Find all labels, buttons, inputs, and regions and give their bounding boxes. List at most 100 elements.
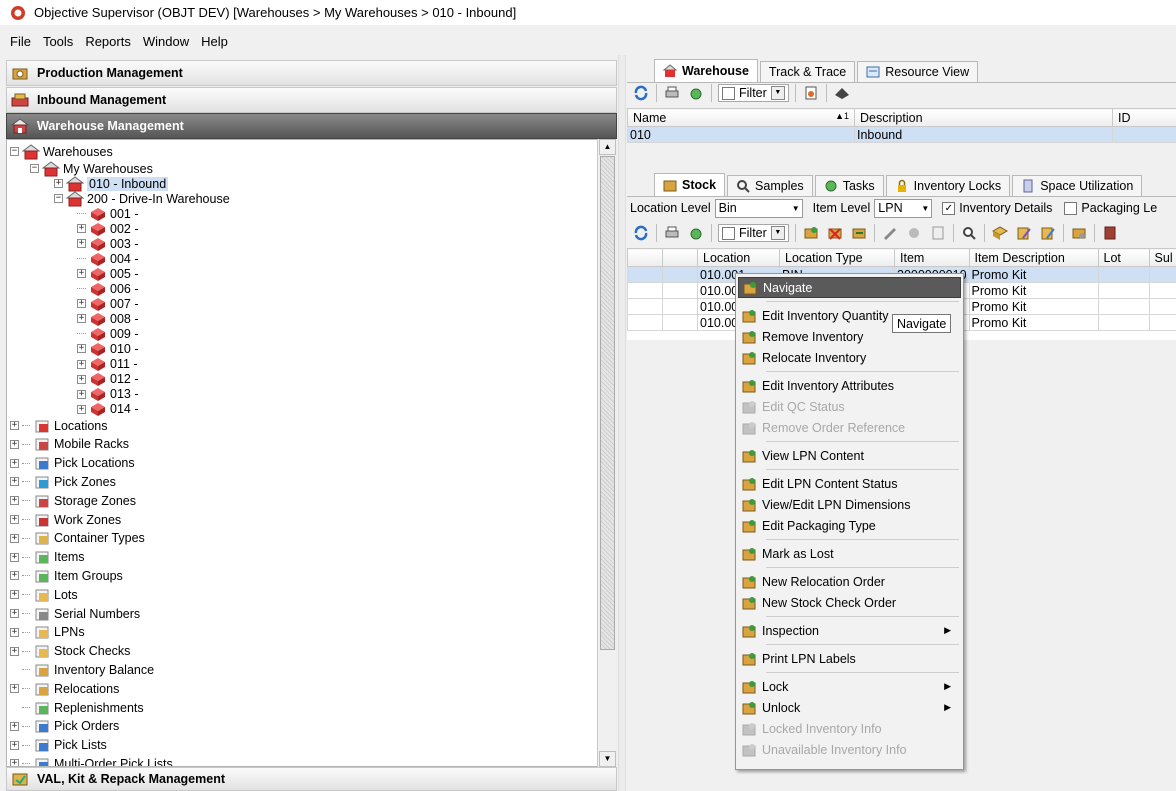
relocation-order-icon[interactable] xyxy=(1101,225,1119,241)
expand-toggle[interactable]: + xyxy=(77,389,86,399)
column-header-location-type[interactable]: Location Type xyxy=(779,248,895,267)
menu-item-unlock[interactable]: Unlock ▶ xyxy=(738,697,961,718)
tree-node-multi-order-pick-lists[interactable]: + Multi-Order Pick Lists xyxy=(10,754,173,766)
tree-node-container-types[interactable]: + Container Types xyxy=(10,529,145,548)
menu-item-inspection[interactable]: Inspection ▶ xyxy=(738,620,961,641)
expand-toggle[interactable]: + xyxy=(10,646,19,656)
expand-toggle[interactable]: + xyxy=(10,515,19,524)
export-icon[interactable] xyxy=(687,85,705,101)
view-lpn-icon[interactable] xyxy=(960,225,978,241)
expand-toggle[interactable]: + xyxy=(77,269,86,279)
lpn-status-icon[interactable] xyxy=(991,225,1009,241)
menu-item-navigate[interactable]: Navigate xyxy=(738,277,961,298)
print-icon[interactable] xyxy=(663,225,681,241)
tree-node-item-groups[interactable]: + Item Groups xyxy=(10,566,123,585)
expand-toggle[interactable]: + xyxy=(54,179,63,188)
tree-node-pick-orders[interactable]: + Pick Orders xyxy=(10,717,119,736)
qc-status-icon[interactable] xyxy=(905,225,923,241)
filter-dropdown[interactable]: ▼ xyxy=(770,226,785,240)
tree-node-work-zones[interactable]: + Work Zones xyxy=(10,510,121,529)
filter-checkbox[interactable] xyxy=(722,86,735,100)
tab-space-utilization[interactable]: Space Utilization xyxy=(1012,175,1143,196)
column-header-item[interactable]: Item xyxy=(894,248,970,267)
tree-node-storage-zones[interactable]: + Storage Zones xyxy=(10,491,136,510)
tab-tasks[interactable]: Tasks xyxy=(814,175,884,196)
expand-toggle[interactable]: + xyxy=(10,552,19,562)
expand-toggle[interactable]: + xyxy=(77,314,86,324)
tree-node-pick-locations[interactable]: + Pick Locations xyxy=(10,454,135,473)
tab-stock[interactable]: Stock xyxy=(654,173,726,196)
edit-quantity-icon[interactable] xyxy=(802,225,820,241)
tree-node-stock-checks[interactable]: + Stock Checks xyxy=(10,642,130,661)
tree-node-items[interactable]: + Items xyxy=(10,548,85,567)
column-header-description[interactable]: Description xyxy=(854,108,1113,127)
filter-checkbox[interactable] xyxy=(722,226,735,240)
expand-toggle[interactable]: + xyxy=(77,404,86,414)
tree-node-replenishments[interactable]: Replenishments xyxy=(10,698,144,717)
collapse-toggle[interactable]: − xyxy=(30,164,39,173)
section-production[interactable]: Production Management xyxy=(6,60,617,86)
refresh-icon[interactable] xyxy=(632,225,650,241)
column-header-location[interactable]: Location xyxy=(697,248,780,267)
tree-node-pick-lists[interactable]: + Pick Lists xyxy=(10,736,107,755)
section-inbound[interactable]: Inbound Management xyxy=(6,87,617,113)
expand-toggle[interactable]: + xyxy=(77,359,86,369)
menu-item-mark-as-lost[interactable]: Mark as Lost xyxy=(738,543,961,564)
section-warehouse[interactable]: Warehouse Management xyxy=(6,113,617,139)
menu-item-view-lpn-content[interactable]: View LPN Content xyxy=(738,445,961,466)
expand-toggle[interactable]: + xyxy=(10,458,19,468)
tree-node-lpns[interactable]: + LPNs xyxy=(10,623,85,642)
expand-toggle[interactable]: + xyxy=(10,590,19,600)
settings-icon[interactable] xyxy=(833,85,851,101)
menu-file[interactable]: File xyxy=(4,34,37,49)
item-level-select[interactable]: LPN ▼ xyxy=(874,198,933,218)
expand-toggle[interactable]: + xyxy=(10,721,19,731)
expand-toggle[interactable]: + xyxy=(10,740,19,750)
menu-item-new-relocation-order[interactable]: New Relocation Order xyxy=(738,571,961,592)
menu-item-relocate-inventory[interactable]: Relocate Inventory xyxy=(738,347,961,368)
table-row[interactable]: 010 Inbound xyxy=(627,126,1176,143)
menu-window[interactable]: Window xyxy=(137,34,195,49)
tree-node-serial-numbers[interactable]: + Serial Numbers xyxy=(10,604,140,623)
expand-toggle[interactable]: + xyxy=(10,533,19,543)
scroll-thumb[interactable] xyxy=(600,156,615,650)
scroll-up-button[interactable]: ▲ xyxy=(599,139,616,155)
expand-toggle[interactable]: + xyxy=(10,421,19,430)
tree-scrollbar[interactable]: ▲ ▼ xyxy=(597,139,617,767)
tab-inventory-locks[interactable]: Inventory Locks xyxy=(885,175,1011,196)
order-reference-icon[interactable] xyxy=(929,225,947,241)
tree-node-pick-zones[interactable]: + Pick Zones xyxy=(10,472,116,491)
expand-toggle[interactable]: + xyxy=(10,627,19,637)
expand-toggle[interactable]: + xyxy=(10,571,19,581)
relocate-icon[interactable] xyxy=(850,225,868,241)
section-val-kit-repack[interactable]: VAL, Kit & Repack Management xyxy=(6,767,617,791)
column-header-sul[interactable]: Sul xyxy=(1148,248,1176,267)
tree-node-inventory-balance[interactable]: Inventory Balance xyxy=(10,660,154,679)
expand-toggle[interactable]: + xyxy=(10,759,19,766)
expand-toggle[interactable]: + xyxy=(77,224,86,234)
filter-toggle[interactable]: Filter ▼ xyxy=(718,84,789,102)
expand-toggle[interactable]: + xyxy=(77,374,86,384)
location-level-select[interactable]: Bin ▼ xyxy=(714,198,803,218)
lpn-dimensions-icon[interactable] xyxy=(1015,225,1033,241)
tree-node-relocations[interactable]: + Relocations xyxy=(10,679,119,698)
expand-toggle[interactable]: + xyxy=(77,299,86,309)
column-header-blank[interactable] xyxy=(627,248,663,267)
menu-item-edit-lpn-content-status[interactable]: Edit LPN Content Status xyxy=(738,473,961,494)
menu-item-view-edit-lpn-dimensions[interactable]: View/Edit LPN Dimensions xyxy=(738,494,961,515)
packaging-icon[interactable] xyxy=(1039,225,1057,241)
export-icon[interactable] xyxy=(687,225,705,241)
remove-inventory-icon[interactable] xyxy=(826,225,844,241)
menu-help[interactable]: Help xyxy=(195,34,234,49)
column-header-lot[interactable]: Lot xyxy=(1097,248,1150,267)
expand-toggle[interactable]: + xyxy=(10,684,19,694)
tab-warehouse[interactable]: Warehouse xyxy=(654,59,758,82)
menu-reports[interactable]: Reports xyxy=(79,34,137,49)
packaging-checkbox[interactable] xyxy=(1064,201,1078,215)
tree-node-mobile-racks[interactable]: + Mobile Racks xyxy=(10,435,129,454)
menu-item-edit-inventory-attributes[interactable]: Edit Inventory Attributes xyxy=(738,375,961,396)
expand-toggle[interactable]: + xyxy=(10,477,19,487)
report-icon[interactable] xyxy=(802,85,820,101)
filter-toggle[interactable]: Filter ▼ xyxy=(718,224,789,242)
expand-toggle[interactable]: + xyxy=(10,439,19,449)
